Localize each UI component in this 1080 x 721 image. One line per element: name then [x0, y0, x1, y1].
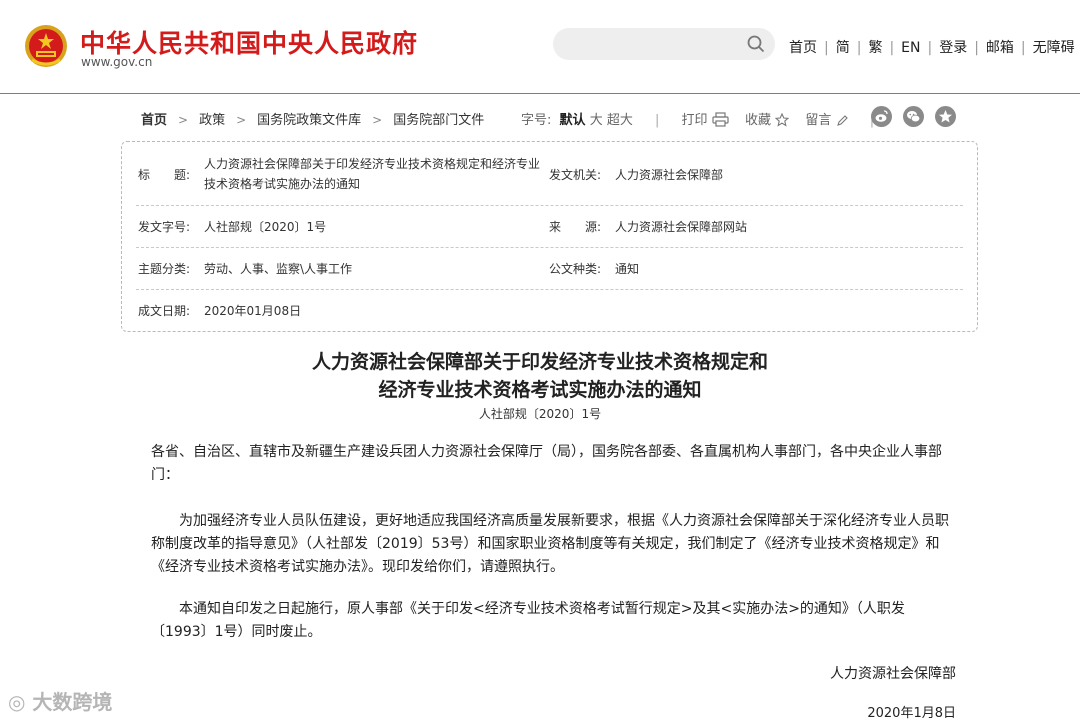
nav-home[interactable]: 首页 [789, 40, 817, 56]
nav-separator: | [856, 40, 862, 56]
favorite-label: 收藏 [744, 113, 771, 128]
watermark: ◎ 大数跨境 [8, 686, 112, 715]
font-size-label: 字号: [521, 113, 552, 128]
site-header: 中华人民共和国中央人民政府 www.gov.cn 首页 | 简 | 繁 | EN | 登录 | 邮箱… [0, 0, 1080, 93]
nav-accessibility[interactable]: 无障碍 [1033, 40, 1075, 56]
meta-issuer-value: 人力资源社会保障部 [615, 168, 724, 182]
article-paragraph-2: 本通知自印发之日起施行，原人事部《关于印发<经济专业技术资格考试暂行规定>及其<… [151, 601, 905, 640]
article-doc-number: 人社部规〔2020〕1号 [478, 407, 602, 421]
nav-login[interactable]: 登录 [939, 40, 967, 56]
nav-separator: | [889, 40, 895, 56]
font-size-xlarge[interactable]: 超大 [607, 113, 633, 128]
meta-type-value: 通知 [615, 262, 640, 276]
print-button[interactable]: 打印 [681, 112, 729, 128]
breadcrumb-dept-docs[interactable]: 国务院部门文件 [393, 113, 484, 128]
chevron-right-icon: > [236, 113, 247, 127]
search-box [553, 28, 775, 60]
article-sign-date: 2020年1月8日 [867, 706, 956, 721]
chevron-right-icon: > [178, 113, 189, 127]
meta-docno-label: 发文字号: [138, 220, 191, 234]
article-title-line2: 经济专业技术资格考试实施办法的通知 [378, 379, 702, 401]
nav-separator: | [974, 40, 979, 56]
font-size-default[interactable]: 默认 [560, 113, 586, 128]
meta-date-label: 成文日期: [138, 304, 191, 318]
meta-issuer-label: 发文机关: [549, 168, 602, 182]
nav-separator: | [824, 40, 829, 56]
article-signer: 人力资源社会保障部 [830, 666, 956, 682]
meta-type-label: 公文种类: [549, 262, 602, 276]
watermark-logo-icon: ◎ [8, 690, 26, 714]
favorite-button[interactable]: 收藏 [744, 113, 790, 128]
meta-title-value: 人力资源社会保障部关于印发经济专业技术资格规定和经济专业技术资格考试实施办法的通… [204, 157, 541, 191]
nav-traditional[interactable]: 繁 [868, 40, 882, 56]
breadcrumb: 首页 > 政策 > 国务院政策文件库 > 国务院部门文件 [141, 109, 484, 128]
national-emblem-icon[interactable] [24, 24, 68, 68]
search-input[interactable] [567, 34, 741, 56]
watermark-text: 大数跨境 [32, 690, 113, 714]
nav-mail[interactable]: 邮箱 [986, 40, 1014, 56]
search-icon[interactable] [747, 35, 765, 53]
share-icons [871, 106, 967, 127]
chevron-right-icon: > [372, 113, 383, 127]
font-size-large[interactable]: 大 [590, 113, 603, 128]
meta-source-label: 来 源: [549, 220, 602, 234]
article-title-line1: 人力资源社会保障部关于印发经济专业技术资格规定和 [311, 351, 768, 373]
breadcrumb-home[interactable]: 首页 [141, 113, 167, 128]
weibo-icon[interactable] [871, 106, 892, 127]
meta-row-docno: 发文字号: 人社部规〔2020〕1号 来 源: 人力资源社会保障部网站 [136, 205, 963, 248]
print-label: 打印 [681, 113, 708, 128]
nav-english[interactable]: EN [901, 40, 920, 56]
star-outline-icon [775, 113, 790, 127]
breadcrumb-policy[interactable]: 政策 [199, 113, 225, 128]
article-addressee: 各省、自治区、直辖市及新疆生产建设兵团人力资源社会保障厅（局），国务院各部委、各… [151, 444, 942, 483]
meta-date-value: 2020年01月08日 [204, 304, 302, 318]
header-divider [0, 93, 1080, 94]
toolbar-separator: | [655, 113, 660, 128]
wechat-icon[interactable] [903, 106, 924, 127]
pencil-icon [836, 115, 848, 126]
meta-row-date: 成文日期: 2020年01月08日 [136, 289, 963, 331]
comment-button[interactable]: 留言 [805, 113, 848, 128]
nav-simplified[interactable]: 简 [836, 40, 850, 56]
meta-title-label: 标 题: [138, 168, 191, 182]
star-favorite-icon[interactable] [935, 106, 956, 127]
nav-separator: | [1020, 40, 1026, 56]
article-paragraph-1: 为加强经济专业人员队伍建设，更好地适应我国经济高质量发展新要求，根据《人力资源社… [151, 513, 949, 575]
site-url[interactable]: www.gov.cn [81, 55, 152, 69]
document-metadata: 标 题: 人力资源社会保障部关于印发经济专业技术资格规定和经济专业技术资格考试实… [121, 141, 978, 332]
meta-row-topic: 主题分类: 劳动、人事、监察\人事工作 公文种类: 通知 [136, 247, 963, 290]
meta-docno-value: 人社部规〔2020〕1号 [204, 220, 327, 234]
meta-topic-label: 主题分类: [138, 262, 191, 276]
meta-source-value: 人力资源社会保障部网站 [615, 220, 748, 234]
printer-icon [712, 112, 729, 127]
top-nav: 首页 | 简 | 繁 | EN | 登录 | 邮箱 | 无障碍 [789, 37, 1075, 57]
meta-row-title: 标 题: 人力资源社会保障部关于印发经济专业技术资格规定和经济专业技术资格考试实… [136, 142, 963, 206]
article-toolbar: 字号: 默认 大 超大 | 打印 收藏 留言 | [521, 109, 892, 128]
nav-separator: | [927, 40, 933, 56]
meta-topic-value: 劳动、人事、监察\人事工作 [204, 262, 353, 276]
comment-label: 留言 [805, 113, 832, 128]
breadcrumb-policy-library[interactable]: 国务院政策文件库 [257, 113, 361, 128]
